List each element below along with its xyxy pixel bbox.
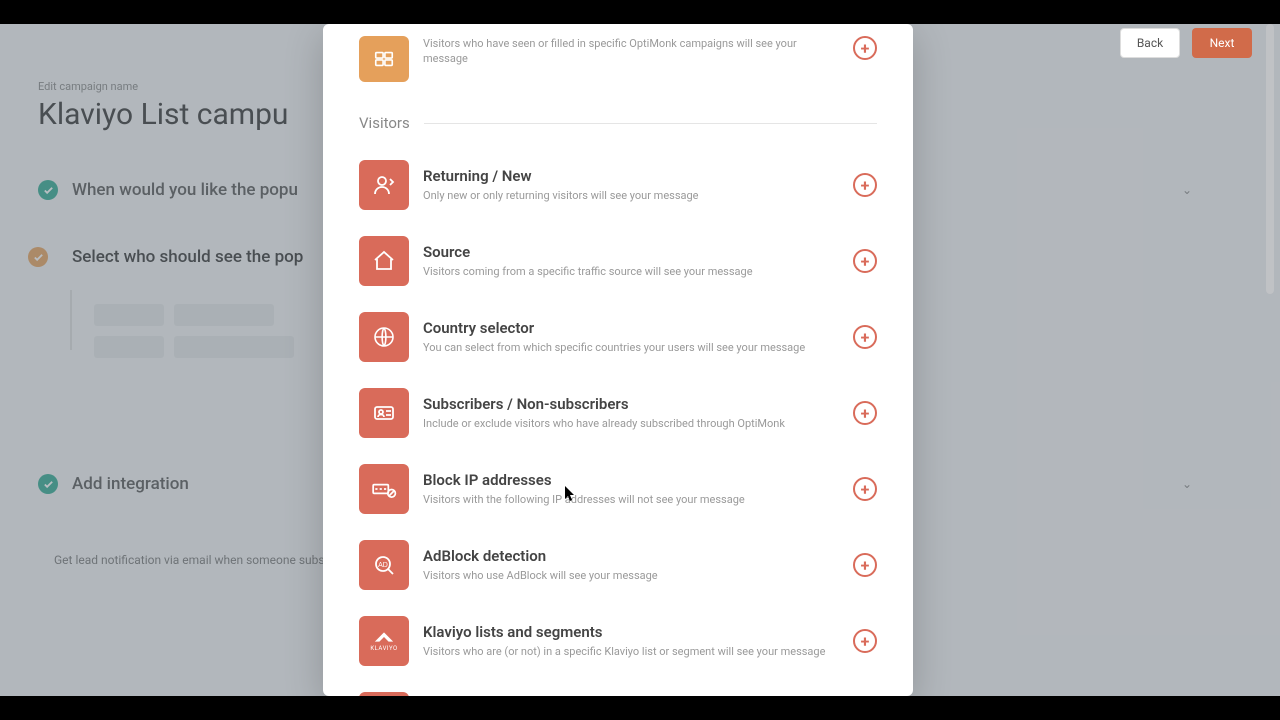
next-button[interactable]: Next: [1192, 28, 1252, 58]
rule-description: Visitors with the following IP addresses…: [423, 492, 843, 507]
rule-optimonk-campaigns[interactable]: Visitors who have seen or filled in spec…: [359, 24, 877, 100]
rule-adblock[interactable]: AD AdBlock detection Visitors who use Ad…: [359, 534, 877, 610]
add-rule-button[interactable]: +: [853, 477, 877, 501]
rule-shopify-login[interactable]: Shopify logged in user Visitors who have…: [359, 686, 877, 696]
campaigns-icon: [359, 36, 409, 82]
add-rule-button[interactable]: +: [853, 553, 877, 577]
klaviyo-icon: KLAVIYO: [359, 616, 409, 666]
adblock-icon: AD: [359, 540, 409, 590]
rule-title: Block IP addresses: [423, 471, 843, 489]
rule-description: Include or exclude visitors who have alr…: [423, 416, 843, 431]
rule-description: You can select from which specific count…: [423, 340, 843, 355]
add-rule-button[interactable]: +: [853, 325, 877, 349]
rule-description: Visitors who have seen or filled in spec…: [423, 36, 843, 67]
rule-title: Source: [423, 243, 843, 261]
ip-block-icon: [359, 464, 409, 514]
back-button[interactable]: Back: [1120, 28, 1180, 58]
add-rule-button[interactable]: +: [853, 401, 877, 425]
rule-description: Visitors coming from a specific traffic …: [423, 264, 843, 279]
rule-description: Only new or only returning visitors will…: [423, 188, 843, 203]
rule-returning-new[interactable]: Returning / New Only new or only returni…: [359, 154, 877, 230]
rule-title: Returning / New: [423, 167, 843, 185]
rule-title: Country selector: [423, 319, 843, 337]
svg-text:AD: AD: [378, 562, 388, 569]
visitor-icon: [359, 160, 409, 210]
rule-title: Klaviyo lists and segments: [423, 623, 843, 641]
rule-description: Visitors who use AdBlock will see your m…: [423, 568, 843, 583]
rule-klaviyo[interactable]: KLAVIYO Klaviyo lists and segments Visit…: [359, 610, 877, 686]
rule-title: Subscribers / Non-subscribers: [423, 395, 843, 413]
rule-subscribers[interactable]: Subscribers / Non-subscribers Include or…: [359, 382, 877, 458]
home-icon: [359, 236, 409, 286]
add-rule-button[interactable]: +: [853, 249, 877, 273]
section-title: Visitors: [359, 114, 410, 132]
section-visitors: Visitors: [359, 114, 877, 132]
rule-country[interactable]: Country selector You can select from whi…: [359, 306, 877, 382]
rule-source[interactable]: Source Visitors coming from a specific t…: [359, 230, 877, 306]
add-rule-button[interactable]: +: [853, 173, 877, 197]
add-rule-button[interactable]: +: [853, 629, 877, 653]
add-rule-button[interactable]: +: [853, 36, 877, 60]
rule-block-ip[interactable]: Block IP addresses Visitors with the fol…: [359, 458, 877, 534]
rule-title: AdBlock detection: [423, 547, 843, 565]
id-card-icon: [359, 388, 409, 438]
scrollbar-thumb[interactable]: [1266, 24, 1274, 294]
login-icon: [359, 692, 409, 696]
rules-modal: Visitors who have seen or filled in spec…: [323, 24, 913, 696]
globe-icon: [359, 312, 409, 362]
rule-description: Visitors who are (or not) in a specific …: [423, 644, 843, 659]
